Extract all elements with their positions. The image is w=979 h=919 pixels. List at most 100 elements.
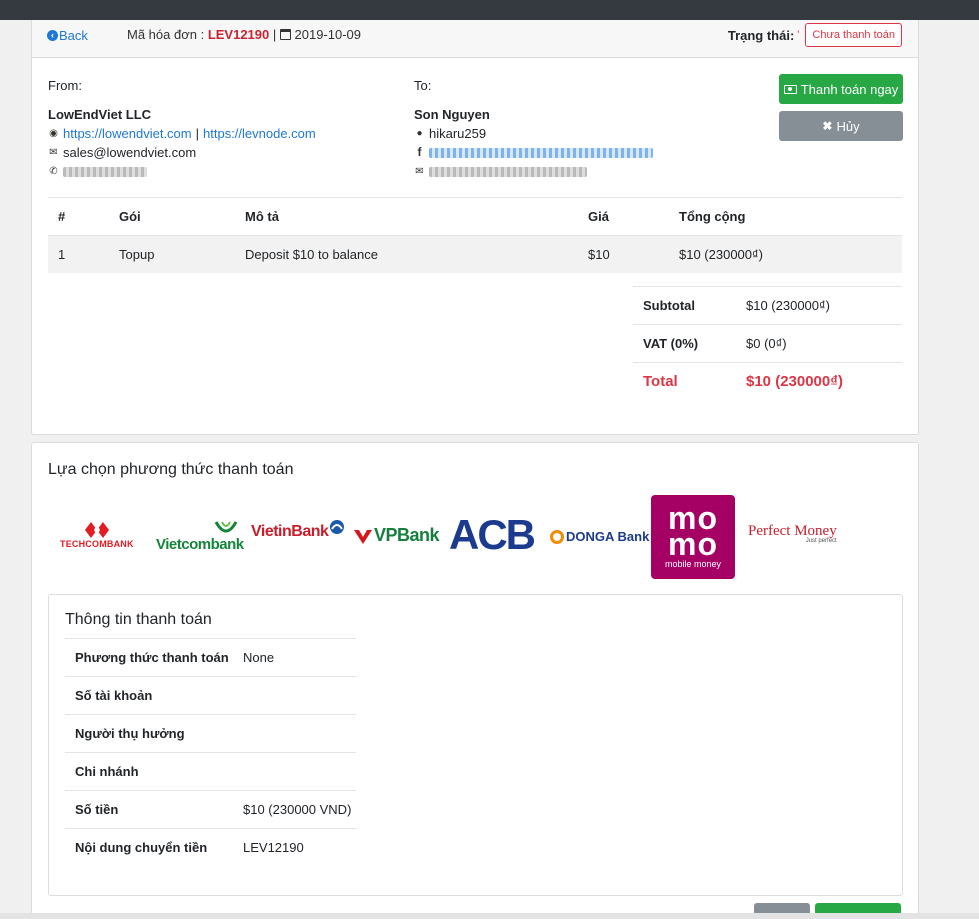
donga-bank-logo[interactable]: DONGA Bank bbox=[550, 529, 649, 544]
close-icon: ✖ bbox=[822, 119, 833, 133]
back-link[interactable]: ‹ Back bbox=[47, 28, 88, 43]
to-username: hikaru259 bbox=[429, 126, 487, 141]
phone-icon: ✆ bbox=[49, 166, 58, 177]
info-value-account bbox=[233, 676, 356, 715]
info-label-branch: Chi nhánh bbox=[65, 752, 233, 791]
to-user-line: ● hikaru259 bbox=[414, 124, 653, 143]
invoice-card: ‹ Back Mã hóa đơn : LEV12190 | 2019-10-0… bbox=[31, 20, 919, 435]
col-header-index: # bbox=[48, 197, 109, 236]
table-row: Chi nhánh bbox=[65, 752, 356, 791]
cancel-button[interactable]: ✖ Hủy bbox=[779, 111, 903, 141]
acb-logo[interactable]: ACB bbox=[449, 513, 536, 557]
status-area: Trạng thái: ' Chưa thanh toán bbox=[728, 23, 902, 47]
vpbank-text: VPBank bbox=[374, 525, 440, 545]
bottom-scroll-strip bbox=[0, 913, 979, 919]
from-websites: ◉ https://lowendviet.com | https://levno… bbox=[48, 124, 316, 143]
website-link-2[interactable]: https://levnode.com bbox=[203, 124, 316, 143]
vietcombank-text: Vietcombank bbox=[156, 536, 244, 553]
vpbank-mark-icon bbox=[354, 529, 372, 544]
total-label: Total bbox=[633, 362, 736, 401]
table-row: Số tài khoản bbox=[65, 676, 356, 715]
to-name: Son Nguyen bbox=[414, 107, 490, 122]
vietinbank-mark-icon bbox=[330, 520, 345, 534]
vat-label: VAT (0%) bbox=[633, 324, 736, 363]
total-row: Total $10 (230000₫) bbox=[633, 362, 902, 401]
from-phone-line: ✆ bbox=[48, 162, 316, 181]
info-value-branch bbox=[233, 752, 356, 791]
pay-now-button[interactable]: Thanh toán ngay bbox=[779, 74, 903, 104]
info-label-account: Số tài khoản bbox=[65, 676, 233, 715]
momo-subtitle: mobile money bbox=[664, 559, 722, 569]
subtotal-value: $10 (230000₫) bbox=[736, 286, 902, 325]
vietinbank-text: VietinBank bbox=[251, 523, 329, 540]
payment-info-table: Phương thức thanh toán None Số tài khoản… bbox=[65, 638, 356, 867]
table-row: Nội dung chuyển tiền LEV12190 bbox=[65, 828, 356, 867]
invoice-items-table: # Gói Mô tả Giá Tổng cộng 1 Topup Deposi… bbox=[48, 197, 902, 273]
invoice-header: ‹ Back Mã hóa đơn : LEV12190 | 2019-10-0… bbox=[32, 20, 918, 58]
invoice-meta: Mã hóa đơn : LEV12190 | 2019-10-09 bbox=[127, 27, 361, 42]
to-facebook-line: f bbox=[414, 143, 653, 162]
status-tick: ' bbox=[797, 29, 800, 41]
facebook-icon: f bbox=[417, 145, 422, 159]
from-email-line: ✉ sales@lowendviet.com bbox=[48, 143, 316, 162]
globe-icon: ◉ bbox=[49, 128, 58, 139]
perfect-money-subtitle: Just perfect bbox=[805, 538, 837, 544]
momo-logo[interactable]: momo mobile money bbox=[651, 495, 735, 579]
info-label-amount: Số tiền bbox=[65, 790, 233, 829]
back-label: Back bbox=[59, 28, 88, 43]
totals-table: Subtotal $10 (230000₫) VAT (0%) $0 (0₫) … bbox=[633, 286, 902, 401]
techcombank-logo[interactable]: TECHCOMBANK bbox=[60, 521, 134, 549]
invoice-code: LEV12190 bbox=[207, 27, 270, 42]
website-link-1[interactable]: https://lowendviet.com bbox=[63, 124, 192, 143]
col-header-package: Gói bbox=[109, 197, 235, 236]
subtotal-row: Subtotal $10 (230000₫) bbox=[633, 286, 902, 325]
circle-arrow-left-icon: ‹ bbox=[47, 30, 58, 41]
vietcombank-logo[interactable]: Vietcombank bbox=[156, 520, 244, 553]
payment-info-card: Thông tin thanh toán Phương thức thanh t… bbox=[48, 594, 903, 896]
invoice-date: 2019-10-09 bbox=[294, 27, 362, 42]
cell-description: Deposit $10 to balance bbox=[235, 235, 578, 273]
subtotal-label: Subtotal bbox=[633, 286, 736, 325]
cell-total: $10 (230000₫) bbox=[669, 235, 902, 273]
donga-sun-icon bbox=[550, 529, 564, 544]
vpbank-logo[interactable]: VPBank bbox=[352, 525, 440, 546]
to-email-line: ✉ bbox=[414, 162, 653, 181]
status-badge: Chưa thanh toán bbox=[805, 23, 902, 47]
redacted-facebook bbox=[429, 147, 653, 158]
col-header-description: Mô tả bbox=[235, 197, 578, 236]
invoice-label: Mã hóa đơn : bbox=[127, 27, 205, 42]
payment-methods-title: Lựa chọn phương thức thanh toán bbox=[48, 461, 294, 478]
from-name: LowEndViet LLC bbox=[48, 107, 152, 122]
info-value-beneficiary bbox=[233, 714, 356, 753]
techcombank-text: TECHCOMBANK bbox=[60, 539, 134, 549]
techcombank-mark-icon bbox=[84, 522, 109, 538]
table-row: Phương thức thanh toán None bbox=[65, 638, 356, 677]
from-label: From: bbox=[48, 78, 82, 93]
donga-bank-text: DONGA Bank bbox=[566, 529, 650, 544]
info-label-beneficiary: Người thụ hưởng bbox=[65, 714, 233, 753]
meta-separator: | bbox=[272, 27, 277, 42]
info-label-method: Phương thức thanh toán bbox=[65, 638, 233, 677]
status-label: Trạng thái: bbox=[727, 27, 795, 43]
payment-card: Lựa chọn phương thức thanh toán TECHCOMB… bbox=[31, 442, 919, 919]
envelope-icon: ✉ bbox=[415, 166, 424, 177]
money-icon bbox=[783, 84, 797, 94]
perfect-money-logo[interactable]: Perfect Money Just perfect bbox=[748, 523, 837, 544]
top-navbar bbox=[0, 0, 979, 20]
to-label: To: bbox=[414, 78, 432, 93]
vietinbank-logo[interactable]: VietinBank bbox=[251, 520, 345, 541]
redacted-email bbox=[429, 166, 587, 177]
col-header-price: Giá bbox=[578, 197, 669, 236]
col-header-total: Tổng cộng bbox=[669, 197, 902, 236]
cell-price: $10 bbox=[578, 235, 669, 273]
calendar-icon bbox=[279, 29, 291, 40]
user-icon: ● bbox=[416, 128, 423, 139]
cancel-label: Hủy bbox=[836, 118, 860, 134]
table-row: 1 Topup Deposit $10 to balance $10 $10 (… bbox=[48, 235, 902, 273]
envelope-icon: ✉ bbox=[49, 147, 58, 158]
payment-info-title: Thông tin thanh toán bbox=[65, 611, 212, 628]
info-value-transfer-content: LEV12190 bbox=[233, 828, 356, 867]
cell-index: 1 bbox=[48, 235, 109, 273]
redacted-phone bbox=[63, 166, 147, 177]
vat-value: $0 (0₫) bbox=[736, 324, 902, 363]
